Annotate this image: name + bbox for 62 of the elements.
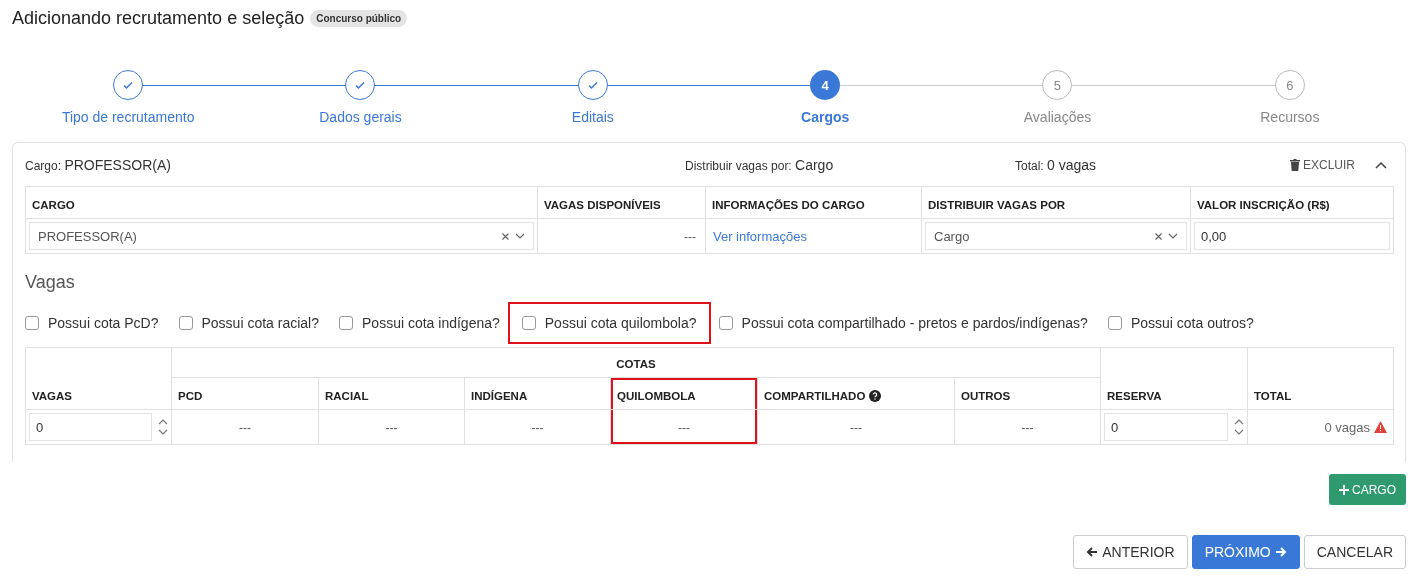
column-header: RACIAL	[318, 377, 465, 410]
cargo-heading: Cargo: PROFESSOR(A)	[25, 157, 172, 173]
number-field[interactable]: 0	[1104, 413, 1228, 441]
total-heading: Total: 0 vagas	[1015, 157, 1098, 173]
select-field[interactable]: PROFESSOR(A)	[29, 222, 534, 250]
cell-text: ---	[849, 420, 863, 435]
column-header: TOTAL	[1247, 347, 1394, 410]
input-field[interactable]: 0,00	[1194, 222, 1390, 250]
distribution-text: Distribuir vagas por: Cargo	[685, 157, 835, 173]
column-header: INFORMAÇÕES DO CARGO	[705, 186, 922, 219]
column-header: VALOR INSCRIÇÃO (R$)	[1190, 186, 1394, 219]
add-cargo-button[interactable]: CARGO	[1329, 474, 1406, 505]
column-header: DISTRIBUIR VAGAS POR	[921, 186, 1191, 219]
column-header: CARGO	[25, 186, 538, 219]
step-marker[interactable]: 6	[1274, 70, 1305, 100]
select-field[interactable]: Cargo	[925, 222, 1187, 250]
spinner-icon[interactable]	[1234, 417, 1244, 437]
chevron-down-icon[interactable]	[1168, 233, 1178, 239]
type-badge: Concurso público	[310, 9, 408, 27]
section-heading: Vagas	[25, 272, 76, 293]
clear-icon[interactable]	[502, 232, 509, 240]
column-header: VAGAS DISPONÍVEIS	[537, 186, 706, 219]
column-header: PCD	[171, 377, 319, 410]
step-label[interactable]: Dados gerais	[319, 109, 402, 125]
step-marker[interactable]	[577, 70, 608, 100]
column-header: COMPARTILHADO	[757, 377, 955, 410]
step-marker[interactable]	[345, 70, 376, 100]
step-label[interactable]: Editais	[571, 109, 614, 125]
number-field[interactable]: 0	[29, 413, 152, 441]
chevron-down-icon[interactable]	[515, 233, 525, 239]
column-header: QUILOMBOLA	[610, 377, 758, 410]
step-marker[interactable]	[113, 70, 144, 100]
cell-text: ---	[1020, 420, 1035, 435]
trash-icon	[1290, 159, 1300, 171]
arrow-left-icon	[1086, 546, 1099, 558]
group-header: COTAS	[171, 347, 1101, 378]
quota-checkbox[interactable]: Possui cota quilombola?	[507, 302, 711, 344]
help-icon[interactable]	[869, 390, 882, 402]
step-label[interactable]: Tipo de recrutamento	[61, 109, 195, 125]
cell-text: ---	[683, 229, 697, 244]
cell-text: ---	[238, 420, 252, 435]
step-label[interactable]: Cargos	[801, 109, 850, 125]
cancel-button[interactable]: CANCELAR	[1303, 535, 1406, 569]
step-marker[interactable]: 5	[1042, 70, 1073, 100]
column-header: VAGAS	[25, 347, 172, 410]
column-header: INDÍGENA	[464, 377, 611, 410]
spinner-icon[interactable]	[158, 417, 168, 437]
next-button[interactable]: PRÓXIMO	[1191, 535, 1300, 569]
step-label[interactable]: Avaliações	[1023, 109, 1092, 125]
cell-text: ---	[677, 420, 691, 435]
plus-icon	[1339, 484, 1349, 495]
cell-text: ---	[384, 420, 399, 435]
column-header: RESERVA	[1100, 347, 1248, 410]
back-button[interactable]: ANTERIOR	[1073, 535, 1188, 569]
arrow-right-icon	[1274, 546, 1287, 558]
clear-icon[interactable]	[1155, 232, 1162, 240]
step-marker[interactable]: 4	[810, 70, 841, 100]
step-label[interactable]: Recursos	[1260, 109, 1320, 125]
delete-button[interactable]: EXCLUIR	[1290, 158, 1355, 172]
page-title: Adicionando recrutamento e seleção	[12, 7, 305, 29]
cell-text: ---	[530, 420, 545, 435]
total-text: 0 vagas	[1324, 419, 1390, 435]
